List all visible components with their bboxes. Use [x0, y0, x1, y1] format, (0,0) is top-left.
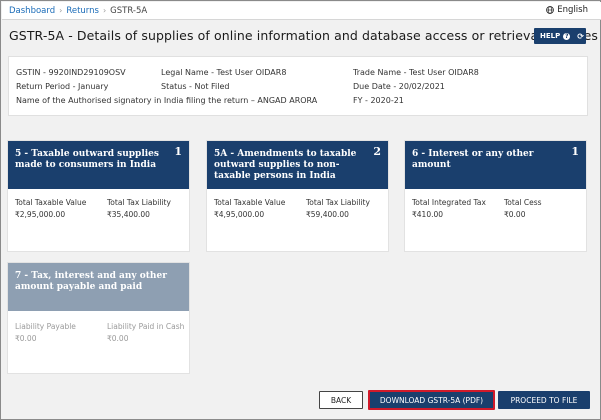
page-title: GSTR-5A - Details of supplies of online …: [9, 28, 599, 43]
tile-table-7: 7 - Tax, interest and any other amount p…: [7, 262, 190, 374]
language-selector[interactable]: English: [546, 5, 588, 15]
breadcrumb-current: GSTR-5A: [110, 5, 148, 16]
breadcrumb-separator: ›: [59, 6, 63, 15]
breadcrumb-separator: ›: [102, 6, 107, 15]
field-value: ₹35,400.00: [107, 210, 150, 219]
field-value: ₹0.00: [15, 334, 37, 343]
tile-count: 1: [571, 145, 579, 158]
field-label: Total Integrated Tax: [412, 198, 486, 207]
proceed-to-file-button[interactable]: PROCEED TO FILE: [498, 391, 590, 409]
status-text: Status - Not Filed: [161, 82, 230, 91]
refresh-icon[interactable]: ⟳: [577, 32, 584, 41]
tile-header: 7 - Tax, interest and any other amount p…: [8, 263, 189, 311]
globe-icon: [546, 6, 555, 14]
app-frame: Dashboard › Returns › GSTR-5A English GS…: [0, 0, 601, 420]
tile-title: 6 - Interest or any other amount: [412, 149, 534, 170]
back-button[interactable]: BACK: [319, 391, 363, 409]
tile-table-5a[interactable]: 5A - Amendments to taxable outward suppl…: [206, 140, 389, 252]
field-value: ₹0.00: [107, 334, 129, 343]
due-date-text: Due Date - 20/02/2021: [353, 82, 445, 91]
field-value: ₹2,95,000.00: [15, 210, 66, 219]
tile-body: Total Taxable Value ₹4,95,000.00 Total T…: [207, 189, 388, 253]
tile-body: Liability Payable ₹0.00 Liability Paid i…: [8, 311, 189, 375]
tile-title: 7 - Tax, interest and any other amount p…: [15, 271, 167, 292]
trade-name-text: Trade Name - Test User OIDAR8: [353, 68, 479, 77]
tile-header[interactable]: 5 - Taxable outward supplies made to con…: [8, 141, 189, 189]
signatory-text: Name of the Authorised signatory in Indi…: [16, 96, 318, 105]
field-value: ₹59,400.00: [306, 210, 349, 219]
tile-header[interactable]: 6 - Interest or any other amount 1: [405, 141, 586, 189]
tile-body: Total Taxable Value ₹2,95,000.00 Total T…: [8, 189, 189, 253]
language-label: English: [557, 5, 588, 15]
field-value: ₹4,95,000.00: [214, 210, 265, 219]
field-label: Total Tax Liability: [107, 198, 171, 207]
breadcrumb-returns[interactable]: Returns: [66, 6, 99, 16]
field-label: Total Taxable Value: [15, 198, 87, 207]
legal-name-text: Legal Name - Test User OIDAR8: [161, 68, 287, 77]
tile-title: 5A - Amendments to taxable outward suppl…: [214, 149, 357, 181]
help-label: HELP: [540, 32, 561, 40]
field-label: Total Tax Liability: [306, 198, 370, 207]
field-value: ₹0.00: [504, 210, 526, 219]
tile-count: 1: [174, 145, 182, 158]
tile-header[interactable]: 5A - Amendments to taxable outward suppl…: [207, 141, 388, 189]
tile-body: Total Integrated Tax ₹410.00 Total Cess …: [405, 189, 586, 253]
return-period-text: Return Period - January: [16, 82, 109, 91]
breadcrumb: Dashboard › Returns › GSTR-5A English: [2, 2, 601, 20]
download-pdf-button[interactable]: DOWNLOAD GSTR-5A (PDF): [368, 390, 495, 410]
gstin-text: GSTIN - 9920IND29109OSV: [16, 68, 126, 77]
tile-table-5[interactable]: 5 - Taxable outward supplies made to con…: [7, 140, 190, 252]
tile-count: 2: [373, 145, 381, 158]
help-button[interactable]: HELP ? ⟳: [534, 28, 586, 44]
field-label: Total Cess: [504, 198, 542, 207]
tile-table-6[interactable]: 6 - Interest or any other amount 1 Total…: [404, 140, 587, 252]
field-label: Liability Paid in Cash: [107, 322, 185, 331]
fy-text: FY - 2020-21: [353, 96, 404, 105]
field-value: ₹410.00: [412, 210, 444, 219]
question-icon: ?: [563, 32, 571, 40]
tile-title: 5 - Taxable outward supplies made to con…: [15, 149, 159, 170]
breadcrumb-dashboard[interactable]: Dashboard: [9, 6, 55, 16]
return-info-panel: GSTIN - 9920IND29109OSV Legal Name - Tes…: [8, 56, 588, 116]
field-label: Liability Payable: [15, 322, 76, 331]
field-label: Total Taxable Value: [214, 198, 286, 207]
